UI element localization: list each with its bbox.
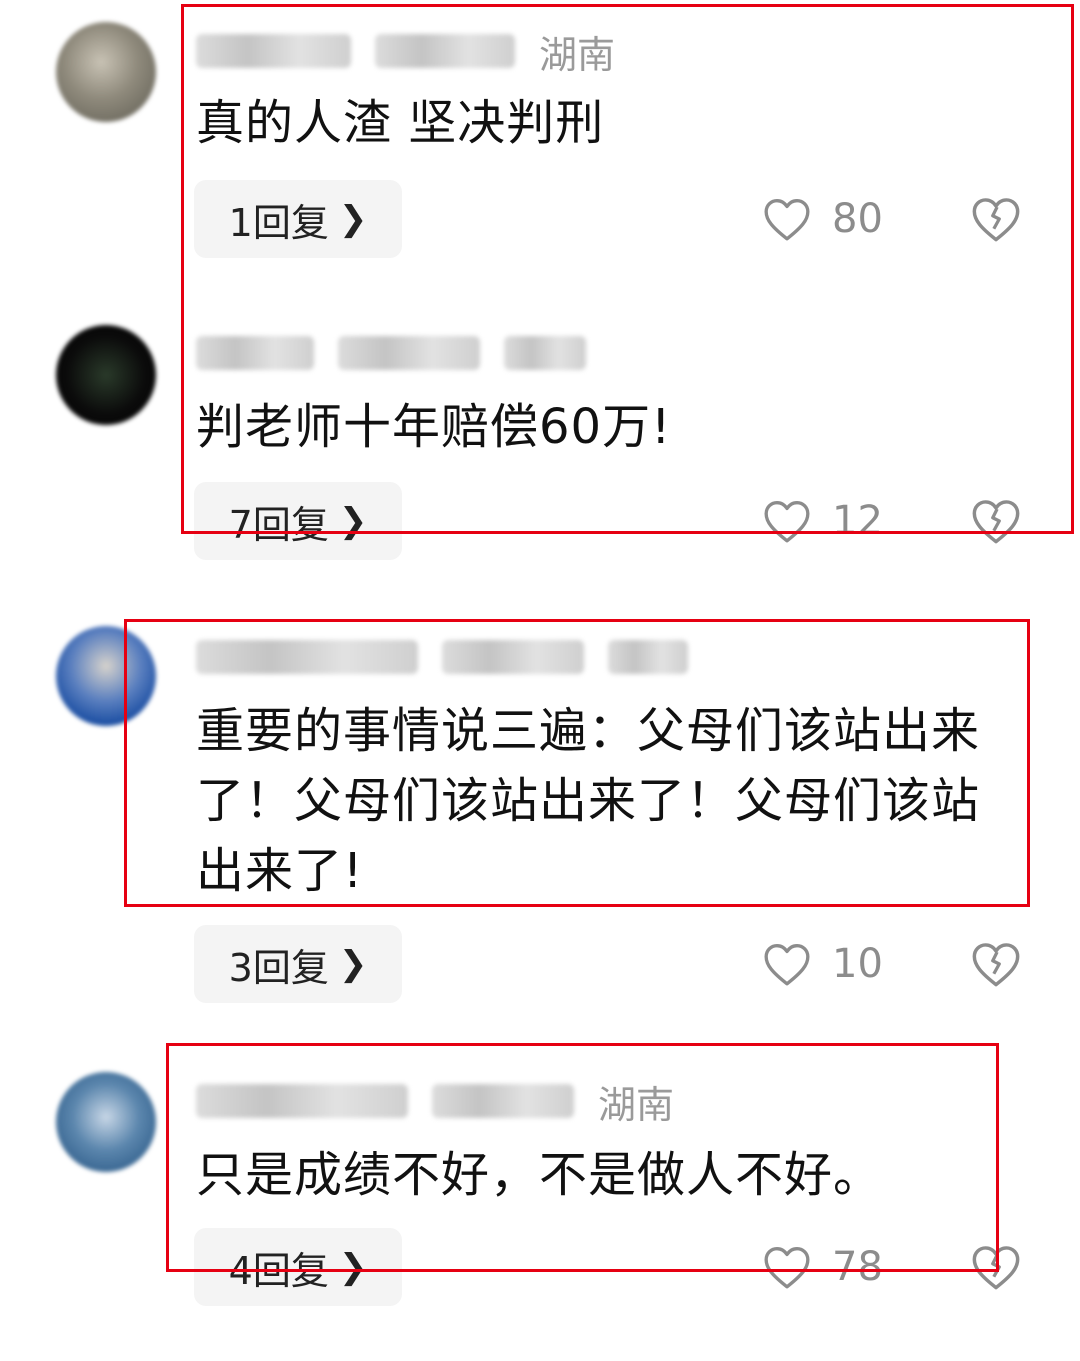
reply-count: 7回复 (228, 502, 329, 547)
chevron-right-icon: ❯ (338, 944, 368, 984)
chevron-right-icon: ❯ (338, 199, 368, 239)
timestamp-blurred (432, 1084, 574, 1118)
chevron-right-icon: ❯ (338, 501, 368, 541)
reply-count: 4回复 (228, 1248, 329, 1293)
username-blurred[interactable] (196, 34, 351, 68)
comment-text: 只是成绩不好，不是做人不好。 (196, 1147, 883, 1203)
view-replies-button[interactable]: 4回复 ❯ (194, 1228, 402, 1306)
comment-meta: 湖南 (196, 26, 616, 77)
region-blurred (608, 640, 688, 674)
heart-outline-icon (764, 944, 810, 986)
avatar[interactable] (56, 1072, 156, 1172)
timestamp-blurred (375, 34, 515, 68)
like-button[interactable]: 80 (762, 180, 883, 258)
broken-heart-icon[interactable] (970, 193, 1022, 245)
broken-heart-icon[interactable] (970, 495, 1022, 547)
timestamp-blurred (338, 336, 480, 370)
reply-count: 3回复 (228, 945, 329, 990)
comment-text: 判老师十年赔偿60万! (196, 399, 672, 455)
avatar[interactable] (56, 626, 156, 726)
heart-outline-icon (764, 500, 810, 543)
like-button[interactable]: 12 (762, 482, 883, 560)
like-button[interactable]: 10 (762, 925, 883, 1003)
like-count: 12 (832, 498, 883, 544)
like-count: 80 (832, 196, 883, 242)
like-count: 10 (832, 941, 883, 987)
reply-count: 1回复 (228, 200, 329, 245)
username-blurred[interactable] (196, 640, 418, 674)
region-blurred (504, 336, 586, 370)
chevron-right-icon: ❯ (338, 1247, 368, 1287)
comment-text: 重要的事情说三遍：父母们该站出来了！父母们该站出来了！父母们该站出来了! (196, 703, 981, 899)
view-replies-button[interactable]: 7回复 ❯ (194, 482, 402, 560)
timestamp-blurred (442, 640, 584, 674)
comment-meta (196, 632, 688, 682)
ip-region: 湖南 (598, 1082, 675, 1127)
broken-heart-icon[interactable] (970, 1241, 1022, 1293)
avatar[interactable] (56, 325, 156, 425)
broken-heart-icon[interactable] (970, 938, 1022, 990)
like-count: 78 (832, 1244, 883, 1290)
heart-outline-icon (764, 1246, 810, 1289)
username-blurred[interactable] (196, 1084, 408, 1118)
ip-region: 湖南 (539, 32, 616, 77)
like-button[interactable]: 78 (762, 1228, 883, 1306)
view-replies-button[interactable]: 1回复 ❯ (194, 180, 402, 258)
comment-meta (196, 328, 586, 378)
username-blurred[interactable] (196, 336, 314, 370)
avatar[interactable] (56, 22, 156, 122)
view-replies-button[interactable]: 3回复 ❯ (194, 925, 402, 1003)
comment-text: 真的人渣 坚决判刑 (196, 95, 605, 151)
heart-outline-icon (764, 199, 810, 241)
comment-meta: 湖南 (196, 1076, 675, 1127)
